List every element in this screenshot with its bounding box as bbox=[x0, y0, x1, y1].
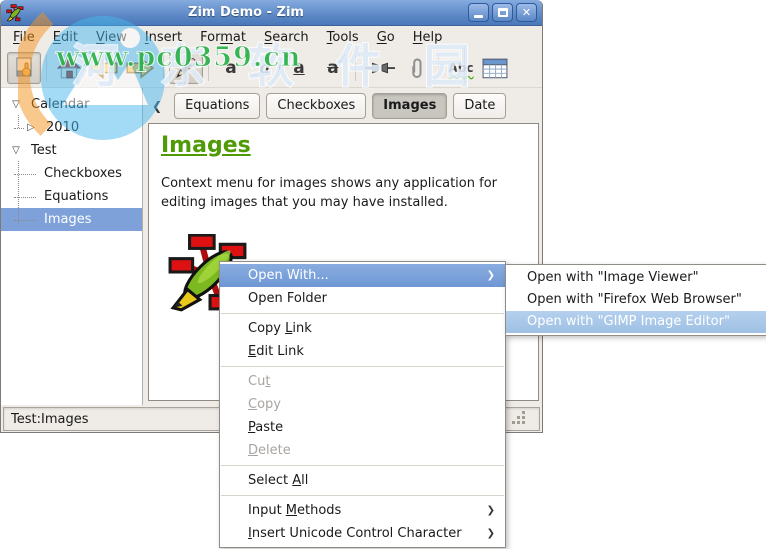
insert-link-button[interactable] bbox=[361, 52, 399, 84]
format-emphasis-button[interactable]: a bbox=[248, 52, 282, 84]
toolbar-separator bbox=[46, 55, 47, 81]
page-paragraph: Context menu for images shows any applic… bbox=[161, 174, 526, 212]
format-strike-button[interactable]: a bbox=[316, 52, 350, 84]
submenu-arrow-icon: ❯ bbox=[487, 264, 495, 287]
menu-item-paste[interactable]: Paste bbox=[220, 416, 505, 439]
menu-item-edit-link[interactable]: Edit Link bbox=[220, 340, 505, 363]
insert-table-button[interactable] bbox=[478, 52, 512, 84]
menu-item-copy: Copy bbox=[220, 393, 505, 416]
format-strong-button[interactable]: a bbox=[214, 52, 248, 84]
strikethrough-icon: a bbox=[327, 60, 338, 77]
menu-edit[interactable]: Edit bbox=[44, 28, 87, 47]
menu-go[interactable]: Go bbox=[368, 28, 404, 47]
tree-elbow bbox=[14, 128, 24, 129]
menu-item-insert-unicode[interactable]: Insert Unicode Control Character ❯ bbox=[220, 522, 505, 545]
maximize-icon bbox=[498, 8, 508, 17]
toolbar-separator bbox=[438, 55, 439, 81]
format-mark-button[interactable]: a bbox=[282, 52, 316, 84]
menu-help[interactable]: Help bbox=[404, 28, 452, 47]
minimize-button[interactable] bbox=[468, 3, 489, 22]
sidebar-item-2010[interactable]: ▷ 2010 bbox=[1, 116, 142, 139]
expander-collapsed-icon[interactable]: ▷ bbox=[24, 122, 38, 133]
window-title: Zim Demo - Zim bbox=[24, 5, 468, 20]
home-icon bbox=[57, 57, 81, 79]
menu-item-delete: Delete bbox=[220, 439, 505, 462]
pathbar-back-chevron[interactable]: ❮ bbox=[152, 99, 162, 113]
toolbar: a a a a Abc bbox=[1, 49, 542, 88]
minimize-icon bbox=[474, 15, 483, 18]
menu-insert[interactable]: Insert bbox=[136, 28, 191, 47]
spell-check-button[interactable]: Abc bbox=[444, 52, 478, 84]
grip-dots-icon bbox=[522, 421, 525, 424]
menu-file[interactable]: File bbox=[4, 28, 44, 47]
tab-checkboxes[interactable]: Checkboxes bbox=[266, 93, 366, 119]
close-button[interactable]: ✕ bbox=[516, 3, 537, 22]
tab-date[interactable]: Date bbox=[453, 93, 506, 119]
attach-file-button[interactable] bbox=[399, 52, 433, 84]
menu-item-open-folder[interactable]: Open Folder bbox=[220, 287, 505, 310]
pathbar: ❮ Equations Checkboxes Images Date bbox=[143, 88, 542, 123]
menu-tools[interactable]: Tools bbox=[318, 28, 368, 47]
menu-view[interactable]: View bbox=[87, 28, 136, 47]
table-icon bbox=[482, 58, 508, 79]
arrow-left-icon bbox=[90, 57, 118, 79]
menu-item-open-with[interactable]: Open With... ❯ bbox=[220, 264, 505, 287]
sidebar-item-images[interactable]: Images bbox=[1, 208, 142, 231]
sidebar-item-equations[interactable]: Equations bbox=[1, 185, 142, 208]
menu-separator bbox=[221, 313, 504, 314]
page-index-sidebar: ▽ Calendar ▷ 2010 ▽ Test Checkboxes bbox=[1, 88, 143, 405]
menubar: File Edit View Insert Format Search Tool… bbox=[1, 26, 542, 49]
window-controls: ✕ bbox=[468, 3, 537, 22]
page-jump-icon bbox=[13, 57, 35, 79]
menu-separator bbox=[221, 366, 504, 367]
submenu-arrow-icon: ❯ bbox=[487, 499, 495, 522]
sidebar-item-test[interactable]: ▽ Test bbox=[1, 139, 142, 162]
menu-item-select-all[interactable]: Select All bbox=[220, 469, 505, 492]
menu-separator bbox=[221, 465, 504, 466]
spellcheck-icon: Abc bbox=[449, 61, 474, 75]
expander-expanded-icon[interactable]: ▽ bbox=[9, 145, 23, 156]
maximize-button[interactable] bbox=[492, 3, 513, 22]
toolbar-separator bbox=[355, 55, 356, 81]
menu-separator bbox=[221, 495, 504, 496]
context-menu: Open With... ❯ Open Folder Copy Link Edi… bbox=[219, 261, 506, 548]
bold-icon: a bbox=[225, 60, 236, 77]
tab-images[interactable]: Images bbox=[372, 93, 447, 119]
menu-item-cut: Cut bbox=[220, 370, 505, 393]
toolbar-separator bbox=[208, 55, 209, 81]
menu-item-copy-link[interactable]: Copy Link bbox=[220, 317, 505, 340]
page-heading: Images bbox=[161, 133, 526, 158]
desktop: Zim Demo - Zim ✕ File Edit View Insert F… bbox=[0, 0, 766, 549]
pencil-icon bbox=[175, 57, 197, 79]
paperclip-icon bbox=[407, 57, 425, 79]
expander-expanded-icon[interactable]: ▽ bbox=[9, 99, 23, 110]
sidebar-item-checkboxes[interactable]: Checkboxes bbox=[1, 162, 142, 185]
submenu-arrow-icon: ❯ bbox=[487, 522, 495, 545]
submenu-item-firefox[interactable]: Open with "Firefox Web Browser" bbox=[506, 289, 766, 311]
forward-button[interactable] bbox=[122, 52, 158, 84]
tree-line bbox=[18, 161, 19, 224]
back-button[interactable] bbox=[86, 52, 122, 84]
zim-app-icon bbox=[6, 4, 24, 22]
tree-line bbox=[18, 115, 19, 128]
tab-equations[interactable]: Equations bbox=[174, 93, 260, 119]
italic-icon: a bbox=[259, 60, 270, 77]
close-icon: ✕ bbox=[522, 7, 531, 18]
menu-format[interactable]: Format bbox=[191, 28, 255, 47]
menu-search[interactable]: Search bbox=[255, 28, 318, 47]
arrow-right-icon bbox=[126, 57, 154, 79]
submenu-item-image-viewer[interactable]: Open with "Image Viewer" bbox=[506, 267, 766, 289]
submenu-item-gimp[interactable]: Open with "GIMP Image Editor" bbox=[506, 311, 766, 333]
underline-icon: a bbox=[293, 60, 304, 77]
toolbar-separator bbox=[163, 55, 164, 81]
link-plug-icon bbox=[365, 59, 395, 77]
menu-item-input-methods[interactable]: Input Methods ❯ bbox=[220, 499, 505, 522]
jump-to-button[interactable] bbox=[7, 52, 41, 84]
open-with-submenu: Open with "Image Viewer" Open with "Fire… bbox=[505, 264, 766, 336]
home-button[interactable] bbox=[52, 52, 86, 84]
toggle-editable-button[interactable] bbox=[169, 52, 203, 84]
titlebar[interactable]: Zim Demo - Zim ✕ bbox=[1, 0, 542, 26]
sidebar-item-calendar[interactable]: ▽ Calendar bbox=[1, 93, 142, 116]
